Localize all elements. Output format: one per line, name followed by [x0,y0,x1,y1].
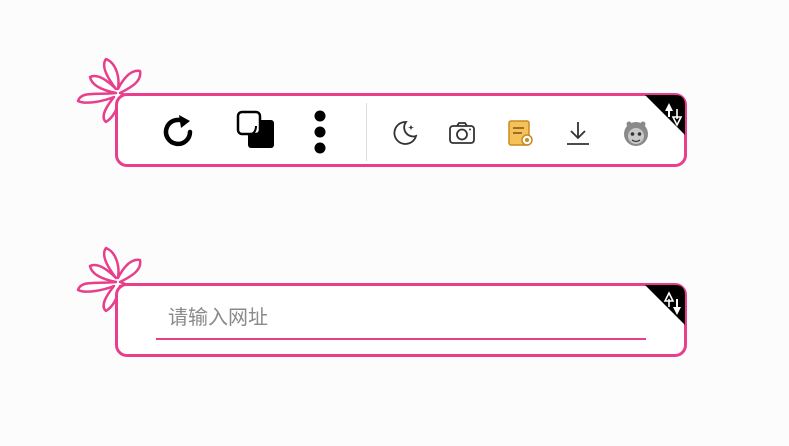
toolbar-divider [366,103,367,161]
refresh-button[interactable] [156,110,200,154]
more-menu-button[interactable] [308,106,332,158]
toolbar-panel [115,93,687,167]
camera-icon [449,122,475,144]
more-vertical-icon [314,110,326,154]
url-input-underline [156,338,646,340]
notes-icon [508,120,533,146]
url-input[interactable] [156,300,646,334]
swap-corner-button[interactable] [641,95,685,139]
notes-button[interactable] [502,115,538,151]
moon-icon [393,121,418,145]
night-mode-button[interactable] [388,116,422,150]
new-window-icon [236,110,274,148]
url-panel [115,283,687,357]
download-icon [567,122,589,145]
download-button[interactable] [560,115,596,151]
swap-corner-button[interactable] [641,285,685,329]
refresh-icon [163,115,193,147]
screenshot-button[interactable] [445,116,479,150]
new-window-button[interactable] [234,108,280,154]
